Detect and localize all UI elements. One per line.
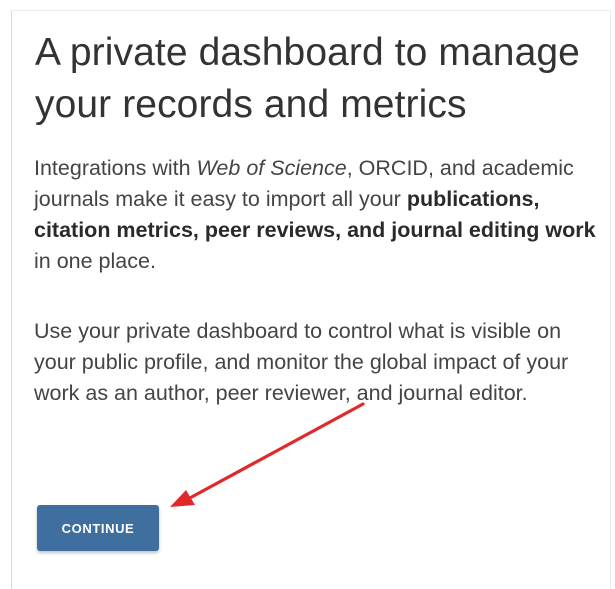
web-of-science-text: Web of Science — [196, 156, 347, 180]
continue-button[interactable]: CONTINUE — [37, 505, 159, 551]
integrations-text-a: Integrations with — [34, 156, 197, 180]
integrations-paragraph: Integrations with Web of Science, ORCID,… — [34, 153, 604, 277]
dashboard-paragraph: Use your private dashboard to control wh… — [34, 319, 569, 405]
panel-title: A private dashboard to manage your recor… — [35, 31, 580, 126]
integrations-text-e: in one place. — [34, 249, 156, 273]
onboarding-panel: A private dashboard to manage your recor… — [11, 10, 611, 589]
